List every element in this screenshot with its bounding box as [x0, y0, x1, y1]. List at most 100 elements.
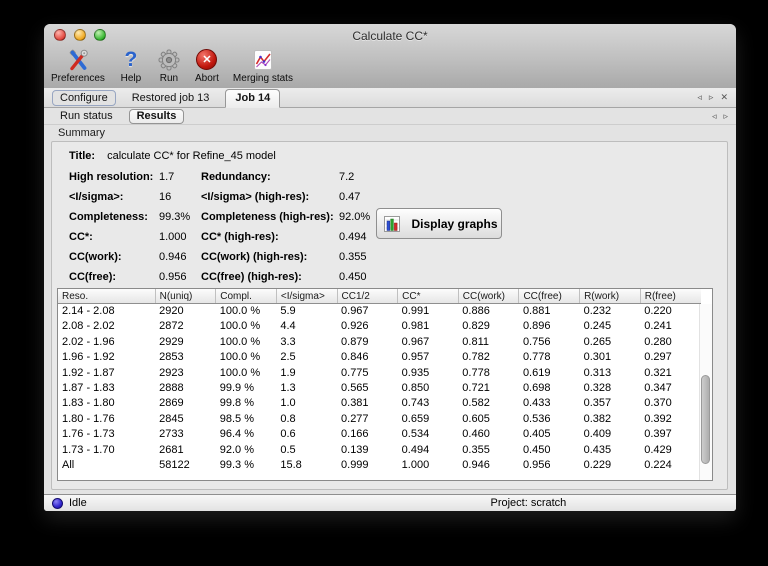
- summary-section-label: Summary: [58, 127, 106, 139]
- table-cell: 0.8: [280, 412, 296, 425]
- table-cell: 2872: [159, 320, 184, 333]
- table-cell: 0.313: [583, 366, 612, 379]
- subtab-run-status[interactable]: Run status: [52, 109, 121, 123]
- table-cell: 92.0 %: [219, 443, 254, 456]
- table-cell: 2929: [159, 335, 184, 348]
- table-cell: 2681: [159, 443, 184, 456]
- table-cell: 0.967: [401, 335, 430, 348]
- table-vertical-scrollbar[interactable]: [699, 304, 712, 480]
- title-label: Title:: [69, 150, 96, 162]
- toolbar-button-label: Help: [120, 73, 142, 84]
- column-header-cc-free[interactable]: CC(free): [518, 289, 580, 304]
- tab-job-14[interactable]: Job 14: [225, 89, 281, 108]
- tab-configure[interactable]: Configure: [52, 89, 116, 106]
- tab-close-icon[interactable]: ✕: [720, 93, 728, 102]
- subtab-scroll-left-icon[interactable]: ◃: [712, 111, 717, 121]
- table-cell: 2888: [159, 382, 184, 395]
- table-cell: 0.297: [644, 351, 672, 364]
- table-cell: 0.536: [522, 412, 551, 425]
- table-row[interactable]: 2.08 - 2.02 2872 100.0 % 4.4 0.926 0.981 0.829…: [58, 319, 701, 334]
- table-cell: 0.224: [644, 459, 672, 472]
- column-header-cc-work[interactable]: CC(work): [457, 289, 519, 304]
- summary-stat-row: CC(work): 0.946 CC(work) (high-res): 0.355: [52, 251, 727, 265]
- table-cell: 0.886: [462, 305, 490, 317]
- table-row[interactable]: 1.83 - 1.80 2869 99.8 % 1.0 0.381 0.743 0.582 0…: [58, 396, 701, 411]
- stat-label-highres: CC(work) (high-res):: [201, 251, 308, 263]
- bar-chart-icon: [380, 211, 404, 236]
- table-cell: 0.232: [583, 305, 612, 317]
- stat-label-highres: CC* (high-res):: [201, 231, 279, 243]
- column-header-r-work[interactable]: R(work): [579, 289, 641, 304]
- scrollbar-thumb[interactable]: [701, 375, 710, 464]
- subtab-results[interactable]: Results: [128, 108, 185, 124]
- table-cell: 0.370: [644, 397, 672, 410]
- tab-scroll-left-icon[interactable]: ◃: [697, 93, 702, 102]
- table-cell: 0.565: [341, 382, 369, 395]
- table-row[interactable]: 2.14 - 2.08 2920 100.0 % 5.9 0.967 0.991 0.886…: [58, 304, 701, 320]
- column-header-i-sigma[interactable]: <I/sigma>: [275, 289, 338, 304]
- stat-value: 0.946: [159, 251, 187, 263]
- table-cell: 100.0 %: [219, 305, 261, 317]
- table-cell: 2920: [159, 305, 184, 317]
- table-cell: 0.605: [462, 412, 490, 425]
- column-header-compl[interactable]: Compl.: [215, 289, 277, 304]
- tab-scroll-right-icon[interactable]: ▹: [709, 93, 714, 102]
- table-row[interactable]: 1.76 - 1.73 2733 96.4 % 0.6 0.166 0.534 0.460 0…: [58, 427, 701, 442]
- table-cell: 0.5: [280, 443, 296, 456]
- stat-label: Completeness:: [69, 211, 148, 223]
- table-cell: 0.879: [341, 335, 369, 348]
- table-cell: 1.87 - 1.83: [62, 382, 115, 395]
- toolbar-abort-button[interactable]: ✕ Abort: [192, 46, 222, 85]
- table-cell: 0.957: [401, 351, 430, 364]
- question-icon: ?: [124, 48, 138, 71]
- table-header-row: Reso. N(uniq) Compl. <I/sigma> CC1/2 CC* CC(wo…: [58, 289, 701, 304]
- result-tab-bar: Run status Results ◃ ▹: [44, 108, 736, 125]
- stat-label-highres: CC(free) (high-res):: [201, 271, 302, 283]
- stat-label-highres: Redundancy:: [201, 171, 271, 183]
- summary-stat-row: <I/sigma>: 16 <I/sigma> (high-res): 0.47: [52, 191, 727, 205]
- table-cell: 0.778: [522, 351, 551, 364]
- column-header-r-free[interactable]: R(free): [639, 289, 701, 304]
- table-cell: 2733: [159, 428, 184, 441]
- stat-label-highres: Completeness (high-res):: [201, 211, 334, 223]
- table-row[interactable]: 1.87 - 1.83 2888 99.9 % 1.3 0.565 0.850 0.721 0…: [58, 381, 701, 396]
- abort-icon: ✕: [195, 47, 219, 72]
- table-cell: 0.321: [644, 366, 672, 379]
- subtab-scroll-right-icon[interactable]: ▹: [723, 111, 728, 121]
- stat-label: High resolution:: [69, 171, 154, 183]
- table-cell: 0.220: [644, 305, 672, 317]
- table-row[interactable]: 1.73 - 1.70 2681 92.0 % 0.5 0.139 0.494 0.355 0…: [58, 443, 701, 458]
- column-header-cc1-2[interactable]: CC1/2: [336, 289, 398, 304]
- tab-restored-job-13[interactable]: Restored job 13: [124, 91, 218, 105]
- table-cell: 0.991: [401, 305, 430, 317]
- toolbar-preferences-button[interactable]: Preferences: [48, 46, 108, 85]
- table-cell: 0.896: [522, 320, 551, 333]
- stat-label: CC(work):: [69, 251, 122, 263]
- stat-value: 1.000: [159, 231, 187, 243]
- summary-panel: Title: calculate CC* for Refine_45 model …: [51, 141, 728, 490]
- display-graphs-button[interactable]: Display graphs: [376, 208, 502, 239]
- table-row[interactable]: 2.02 - 1.96 2929 100.0 % 3.3 0.879 0.967 0.811…: [58, 335, 701, 350]
- window-title: Calculate CC*: [352, 29, 428, 43]
- table-cell: 98.5 %: [219, 412, 254, 425]
- table-cell: 0.241: [644, 320, 672, 333]
- table-row[interactable]: All 58122 99.3 % 15.8 0.999 1.000 0.946 0.956 0.…: [58, 458, 701, 473]
- table-row[interactable]: 1.96 - 1.92 2853 100.0 % 2.5 0.846 0.957 0.782…: [58, 350, 701, 365]
- toolbar-help-button[interactable]: ? Help: [116, 46, 146, 85]
- table-cell: 2853: [159, 351, 184, 364]
- table-cell: 0.698: [522, 382, 551, 395]
- table-cell: 0.534: [401, 428, 430, 441]
- stat-label: CC(free):: [69, 271, 117, 283]
- column-header-n-uniq[interactable]: N(uniq): [154, 289, 216, 304]
- table-cell: 0.382: [583, 412, 612, 425]
- table-cell: 0.778: [462, 366, 490, 379]
- table-row[interactable]: 1.80 - 1.76 2845 98.5 % 0.8 0.277 0.659 0.605 0…: [58, 412, 701, 427]
- toolbar-run-button[interactable]: Run: [154, 46, 184, 85]
- toolbar-merging-stats-button[interactable]: Merging stats: [230, 46, 296, 85]
- table-cell: 96.4 %: [219, 428, 254, 441]
- table-cell: 0.659: [401, 412, 430, 425]
- table-cell: 100.0 %: [219, 366, 261, 379]
- table-row[interactable]: 1.92 - 1.87 2923 100.0 % 1.9 0.775 0.935 0.778…: [58, 366, 701, 381]
- column-header-cc[interactable]: CC*: [397, 289, 459, 304]
- column-header-reso[interactable]: Reso.: [58, 289, 156, 304]
